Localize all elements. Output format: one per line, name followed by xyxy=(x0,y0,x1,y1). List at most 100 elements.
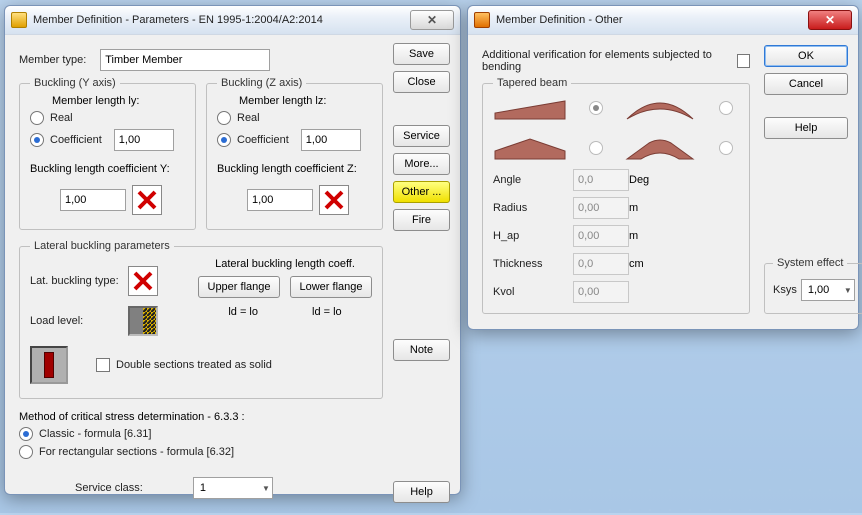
beam-shape-curved-icon xyxy=(623,135,697,161)
rect-label: For rectangular sections - formula [6.32… xyxy=(39,446,234,458)
service-class-select[interactable]: 1 ▼ xyxy=(193,477,273,499)
beam-shape-wedge-icon xyxy=(493,95,567,121)
section-icon[interactable] xyxy=(30,346,68,384)
classic-label: Classic - formula [6.31] xyxy=(39,428,151,440)
thickness-unit: cm xyxy=(629,258,659,270)
coefficient-label-y: Coefficient xyxy=(50,134,102,146)
cancel-button[interactable]: Cancel xyxy=(764,73,848,95)
buckling-z-icon[interactable] xyxy=(319,185,349,215)
kvol-input[interactable] xyxy=(573,281,629,303)
chevron-down-icon: ▼ xyxy=(844,286,852,295)
buckling-y-icon[interactable] xyxy=(132,185,162,215)
ksys-label: Ksys xyxy=(773,284,797,296)
buckling-z-legend: Buckling (Z axis) xyxy=(217,77,306,89)
rect-radio[interactable] xyxy=(19,445,33,459)
close-icon-other[interactable]: ✕ xyxy=(808,10,852,30)
beam-shape-pitched-radio[interactable] xyxy=(589,141,603,155)
beam-shape-arc-radio[interactable] xyxy=(719,101,733,115)
other-button[interactable]: Other ... xyxy=(393,181,450,203)
blc-z-input[interactable] xyxy=(247,189,313,211)
coefficient-radio-y[interactable] xyxy=(30,133,44,147)
service-class-value: 1 xyxy=(200,482,206,494)
chevron-down-icon: ▼ xyxy=(262,484,270,493)
beam-shape-curved-radio[interactable] xyxy=(719,141,733,155)
coefficient-label-z: Coefficient xyxy=(237,134,289,146)
system-effect-group: System effect Ksys 1,00 ▼ xyxy=(764,257,862,314)
thickness-label: Thickness xyxy=(493,258,573,270)
method-heading: Method of critical stress determination … xyxy=(19,411,383,423)
angle-unit: Deg xyxy=(629,174,659,186)
tapered-beam-group: Tapered beam xyxy=(482,77,750,314)
lower-flange-button[interactable]: Lower flange xyxy=(290,276,372,298)
note-button[interactable]: Note xyxy=(393,339,450,361)
additional-verification-checkbox[interactable] xyxy=(737,54,750,68)
ld-lo-lower: ld = lo xyxy=(312,306,342,318)
radius-unit: m xyxy=(629,202,659,214)
thickness-input[interactable] xyxy=(573,253,629,275)
load-level-icon[interactable] xyxy=(128,306,158,336)
radius-input[interactable] xyxy=(573,197,629,219)
real-radio-y[interactable] xyxy=(30,111,44,125)
ksys-select[interactable]: 1,00 ▼ xyxy=(801,279,855,301)
kvol-label: Kvol xyxy=(493,286,573,298)
blc-z-label: Buckling length coefficient Z: xyxy=(217,163,372,175)
buckling-y-group: Buckling (Y axis) Member length ly: Real… xyxy=(19,77,196,230)
blc-y-label: Buckling length coefficient Y: xyxy=(30,163,185,175)
beam-shape-arc-icon xyxy=(623,95,697,121)
tapered-beam-legend: Tapered beam xyxy=(493,77,571,89)
coefficient-input-z[interactable] xyxy=(301,129,361,151)
system-effect-legend: System effect xyxy=(773,257,847,269)
close-icon[interactable]: ✕ xyxy=(410,10,454,30)
window-title: Member Definition - Parameters - EN 1995… xyxy=(33,14,406,26)
angle-input[interactable] xyxy=(573,169,629,191)
load-level-label: Load level: xyxy=(30,315,122,327)
lateral-coeff-label: Lateral buckling length coeff. xyxy=(198,258,372,270)
hap-unit: m xyxy=(629,230,659,242)
lat-buckling-type-icon[interactable] xyxy=(128,266,158,296)
real-label-y: Real xyxy=(50,112,73,124)
real-label-z: Real xyxy=(237,112,260,124)
member-length-lz-label: Member length lz: xyxy=(239,95,372,107)
double-sections-checkbox[interactable] xyxy=(96,358,110,372)
titlebar[interactable]: Member Definition - Parameters - EN 1995… xyxy=(5,6,460,35)
service-button[interactable]: Service xyxy=(393,125,450,147)
buckling-z-group: Buckling (Z axis) Member length lz: Real… xyxy=(206,77,383,230)
close-button[interactable]: Close xyxy=(393,71,450,93)
hap-input[interactable] xyxy=(573,225,629,247)
beam-shape-wedge-radio[interactable] xyxy=(589,101,603,115)
blc-y-input[interactable] xyxy=(60,189,126,211)
coefficient-input-y[interactable] xyxy=(114,129,174,151)
titlebar-other[interactable]: Member Definition - Other ✕ xyxy=(468,6,858,35)
app-icon xyxy=(11,12,27,28)
more-button[interactable]: More... xyxy=(393,153,450,175)
ld-lo-upper: ld = lo xyxy=(228,306,258,318)
app-icon-other xyxy=(474,12,490,28)
lateral-buckling-group: Lateral buckling parameters Lat. bucklin… xyxy=(19,240,383,399)
help-button-other[interactable]: Help xyxy=(764,117,848,139)
member-type-label: Member type: xyxy=(19,54,86,66)
additional-verification-label: Additional verification for elements sub… xyxy=(482,49,731,73)
member-length-ly-label: Member length ly: xyxy=(52,95,185,107)
ok-button[interactable]: OK xyxy=(764,45,848,67)
save-button[interactable]: Save xyxy=(393,43,450,65)
member-definition-parameters-dialog: Member Definition - Parameters - EN 1995… xyxy=(4,5,461,495)
lateral-buckling-legend: Lateral buckling parameters xyxy=(30,240,174,252)
member-type-input[interactable] xyxy=(100,49,270,71)
window-title-other: Member Definition - Other xyxy=(496,14,804,26)
double-sections-label: Double sections treated as solid xyxy=(116,359,272,371)
radius-label: Radius xyxy=(493,202,573,214)
coefficient-radio-z[interactable] xyxy=(217,133,231,147)
real-radio-z[interactable] xyxy=(217,111,231,125)
service-class-label: Service class: xyxy=(75,482,143,494)
help-button[interactable]: Help xyxy=(393,481,450,503)
upper-flange-button[interactable]: Upper flange xyxy=(198,276,280,298)
angle-label: Angle xyxy=(493,174,573,186)
ksys-value: 1,00 xyxy=(808,284,829,296)
lat-buckling-type-label: Lat. buckling type: xyxy=(30,275,122,287)
hap-label: H_ap xyxy=(493,230,573,242)
fire-button[interactable]: Fire xyxy=(393,209,450,231)
classic-radio[interactable] xyxy=(19,427,33,441)
member-definition-other-dialog: Member Definition - Other ✕ Additional v… xyxy=(467,5,859,330)
beam-shape-pitched-icon xyxy=(493,135,567,161)
buckling-y-legend: Buckling (Y axis) xyxy=(30,77,120,89)
